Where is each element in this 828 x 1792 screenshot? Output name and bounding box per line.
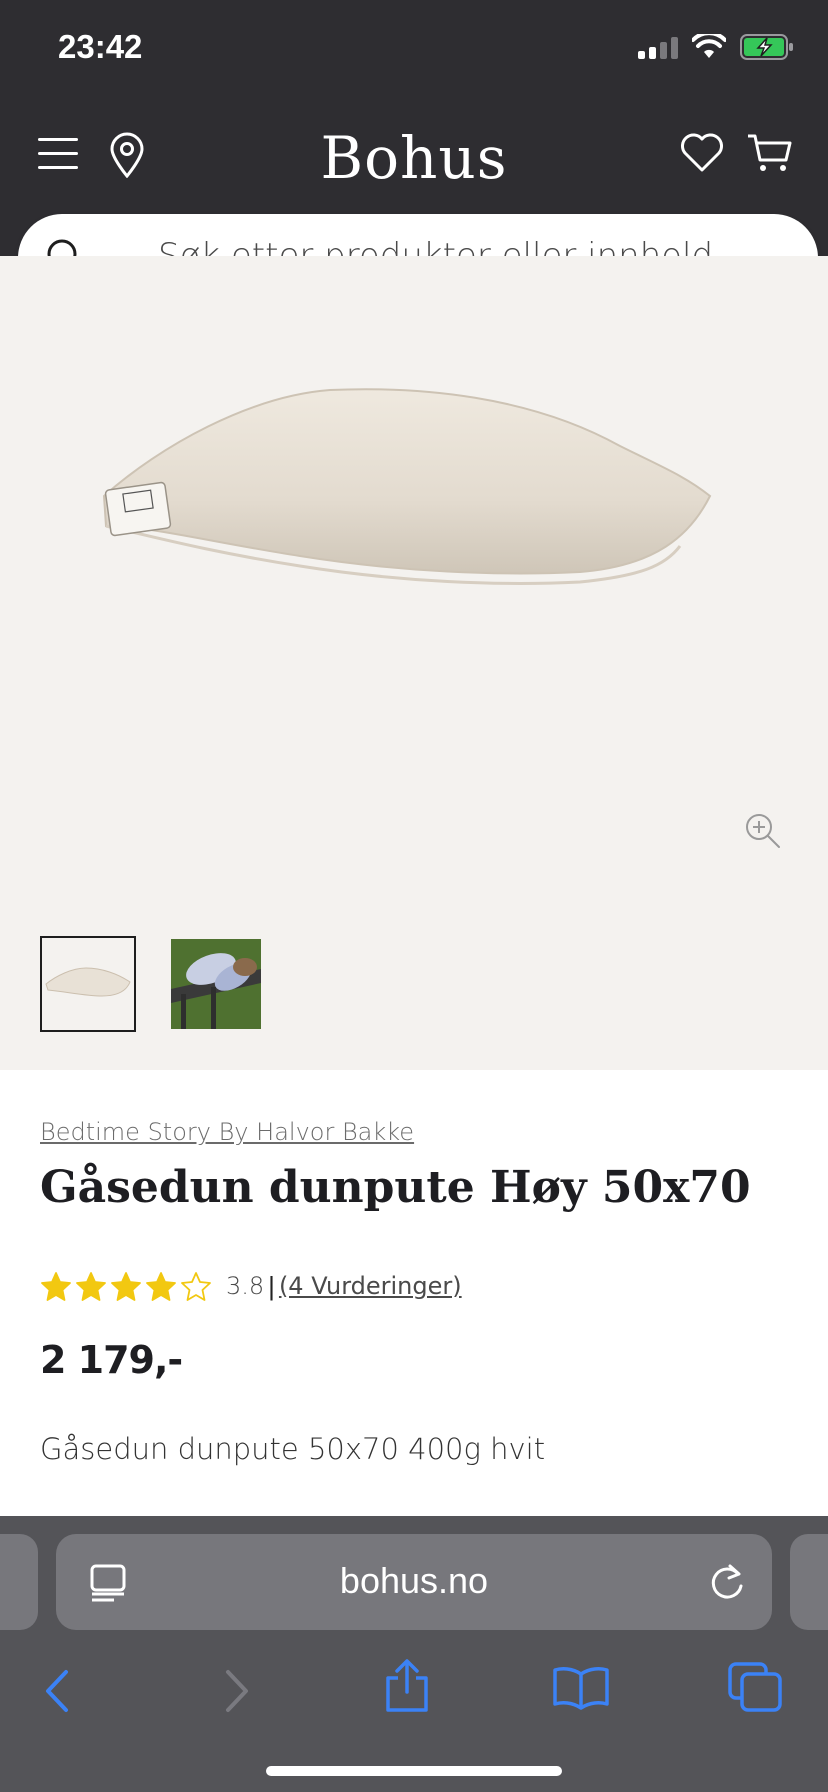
- browser-chrome: bohus.no: [0, 1516, 828, 1792]
- star-filled-icon: [76, 1272, 106, 1301]
- bookmarks-icon[interactable]: [552, 1664, 610, 1715]
- product-brand-link[interactable]: Bedtime Story By Halvor Bakke: [40, 1118, 414, 1146]
- reload-icon[interactable]: [708, 1562, 746, 1607]
- cart-icon[interactable]: [746, 132, 792, 179]
- reviews-link[interactable]: (4 Vurderinger): [279, 1272, 462, 1300]
- battery-charging-icon: [740, 34, 794, 60]
- browser-toolbar: [0, 1648, 828, 1738]
- product-price: 2 179,-: [40, 1338, 183, 1382]
- back-icon[interactable]: [40, 1668, 74, 1719]
- product-gallery: [0, 256, 828, 1070]
- product-description: Gåsedun dunpute 50x70 400g hvit: [40, 1432, 546, 1466]
- product-info: Bedtime Story By Halvor Bakke Gåsedun du…: [0, 1070, 828, 1516]
- product-rating: 3.8 | (4 Vurderinger): [40, 1270, 462, 1302]
- nav-row: Bohus: [0, 118, 828, 198]
- zoom-in-icon[interactable]: [744, 812, 782, 855]
- home-indicator[interactable]: [266, 1766, 562, 1776]
- rating-stars: [40, 1271, 212, 1301]
- heart-icon[interactable]: [680, 132, 724, 177]
- address-bar[interactable]: bohus.no: [56, 1534, 772, 1630]
- status-icons: [638, 34, 794, 60]
- forward-icon[interactable]: [220, 1668, 254, 1719]
- thumbnail-1[interactable]: [40, 936, 136, 1032]
- star-filled-icon: [41, 1272, 71, 1301]
- url-text[interactable]: bohus.no: [56, 1560, 772, 1602]
- rating-separator: |: [268, 1270, 275, 1301]
- star-filled-icon: [111, 1272, 141, 1301]
- share-icon[interactable]: [384, 1658, 430, 1719]
- cellular-signal-icon: [638, 35, 678, 59]
- status-time: 23:42: [58, 28, 143, 65]
- product-title: Gåsedun dunpute Høy 50x70: [40, 1162, 751, 1213]
- rating-value: 3.8: [226, 1272, 265, 1300]
- star-filled-icon: [146, 1272, 176, 1301]
- previous-tab[interactable]: [0, 1534, 38, 1630]
- thumbnail-2[interactable]: [171, 939, 261, 1029]
- wifi-icon: [692, 34, 726, 60]
- product-image[interactable]: [100, 376, 720, 641]
- star-empty-icon: [181, 1272, 211, 1301]
- next-tab[interactable]: [790, 1534, 828, 1630]
- tabs-icon[interactable]: [728, 1662, 784, 1717]
